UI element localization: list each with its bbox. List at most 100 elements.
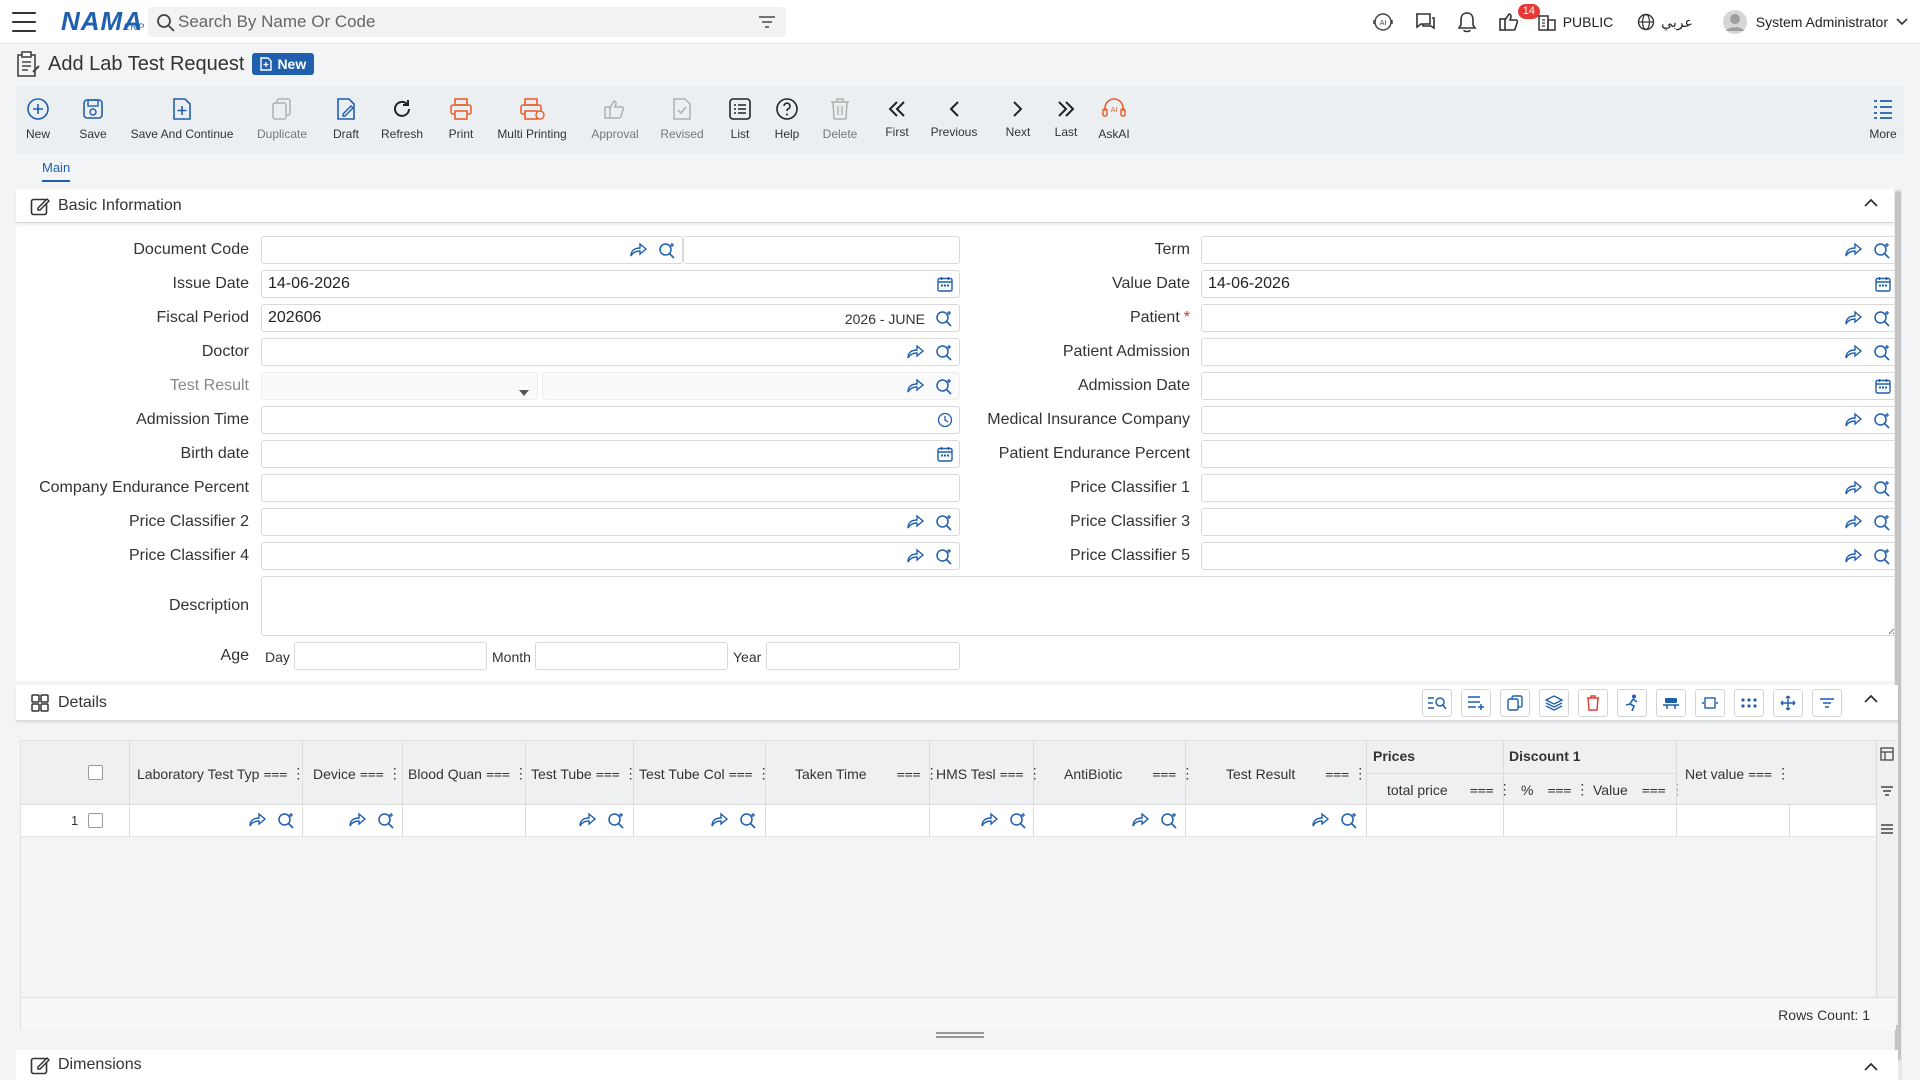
hamburger-menu-icon[interactable] <box>12 11 36 32</box>
calendar-icon[interactable] <box>937 276 953 292</box>
lookup-search-icon[interactable] <box>1873 412 1891 430</box>
share-arrow-icon[interactable] <box>907 378 925 394</box>
value-date-field[interactable]: 14-06-2026 <box>1201 270 1898 298</box>
price-classifier-3-field[interactable] <box>1201 508 1898 536</box>
search-input[interactable] <box>148 8 786 36</box>
column-test-tube[interactable]: Test Tube ⩶ ⋮ <box>531 765 638 782</box>
lookup-search-icon[interactable] <box>935 310 953 328</box>
share-arrow-icon[interactable] <box>907 344 925 360</box>
first-record-button[interactable]: First <box>882 86 912 154</box>
patient-admission-field[interactable] <box>1201 338 1898 366</box>
lookup-search-icon[interactable] <box>1873 480 1891 498</box>
user-menu[interactable]: System Administrator <box>1710 0 1920 44</box>
share-arrow-icon[interactable] <box>907 548 925 564</box>
column-laboratory-test-type[interactable]: Laboratory Test Typ ⩶ ⋮ <box>137 765 305 782</box>
lookup-search-icon[interactable] <box>935 548 953 566</box>
rows-icon[interactable] <box>1880 823 1894 835</box>
price-classifier-1-field[interactable] <box>1201 474 1898 502</box>
medical-insurance-company-field[interactable] <box>1201 406 1898 434</box>
insert-row-button[interactable] <box>1461 689 1491 717</box>
age-month-field[interactable] <box>535 642 728 670</box>
language-switch[interactable]: عربي <box>1630 0 1700 44</box>
nama-logo[interactable]: NAMA ERP <box>61 6 144 38</box>
cell-lookup-icons[interactable] <box>249 812 295 830</box>
chat-icon[interactable] <box>1404 0 1446 44</box>
cell-lookup-icons[interactable] <box>981 812 1027 830</box>
quick-action-button[interactable] <box>1617 689 1647 717</box>
refresh-button[interactable]: Refresh <box>378 86 426 154</box>
bell-icon[interactable] <box>1446 0 1488 44</box>
save-and-continue-button[interactable]: Save And Continue <box>130 86 234 154</box>
move-button[interactable] <box>1773 689 1803 717</box>
calendar-icon[interactable] <box>937 446 953 462</box>
basic-information-header[interactable]: Basic Information <box>16 189 1898 223</box>
chevron-up-icon[interactable] <box>1864 198 1878 208</box>
column-test-result[interactable]: Test Result ⩶ ⋮ <box>1226 765 1367 782</box>
lookup-search-icon[interactable] <box>935 514 953 532</box>
patient-field[interactable] <box>1201 304 1898 332</box>
company-endurance-percent-field[interactable] <box>261 474 960 502</box>
fiscal-period-field[interactable]: 202606 2026 - JUNE <box>261 304 960 332</box>
row-checkbox[interactable] <box>88 813 103 828</box>
askai-button[interactable]: AI AskAI <box>1094 86 1134 154</box>
test-result-dropdown[interactable] <box>261 372 538 400</box>
new-button[interactable]: New <box>22 86 54 154</box>
share-arrow-icon[interactable] <box>907 514 925 530</box>
age-day-field[interactable] <box>294 642 487 670</box>
share-arrow-icon[interactable] <box>1845 310 1863 326</box>
cell-lookup-icons[interactable] <box>711 812 757 830</box>
dots-grid-button[interactable] <box>1734 689 1764 717</box>
price-classifier-4-field[interactable] <box>261 542 960 570</box>
document-code-field[interactable] <box>261 236 683 264</box>
list-button[interactable]: List <box>726 86 754 154</box>
admission-time-field[interactable] <box>261 406 960 434</box>
patient-endurance-percent-field[interactable] <box>1201 440 1898 468</box>
resize-handle[interactable] <box>936 1032 984 1038</box>
lookup-search-icon[interactable] <box>935 344 953 362</box>
share-arrow-icon[interactable] <box>1845 548 1863 564</box>
calendar-icon[interactable] <box>1875 276 1891 292</box>
table-row[interactable]: 1 <box>21 805 1876 837</box>
layers-button[interactable] <box>1539 689 1569 717</box>
lookup-search-icon[interactable] <box>658 242 676 260</box>
share-arrow-icon[interactable] <box>1845 344 1863 360</box>
share-arrow-icon[interactable] <box>1845 242 1863 258</box>
cell-lookup-icons[interactable] <box>1132 812 1178 830</box>
column-taken-time[interactable]: Taken Time ⩶ ⋮ <box>795 765 939 782</box>
share-arrow-icon[interactable] <box>1845 480 1863 496</box>
cell-lookup-icons[interactable] <box>579 812 625 830</box>
draft-button[interactable]: Draft <box>330 86 362 154</box>
print-button[interactable]: Print <box>446 86 476 154</box>
column-test-tube-color[interactable]: Test Tube Col ⩶ ⋮ <box>639 765 771 782</box>
calendar-icon[interactable] <box>1875 378 1891 394</box>
column-total-price[interactable]: total price ⩶ ⋮ <box>1387 781 1512 798</box>
column-antibiotic[interactable]: AntiBiotic ⩶ ⋮ <box>1064 765 1194 782</box>
lookup-search-icon[interactable] <box>1873 344 1891 362</box>
grid-search-button[interactable] <box>1422 689 1452 717</box>
approval-button[interactable]: Approval <box>588 86 642 154</box>
notifications-icon[interactable]: 14 <box>1488 0 1540 44</box>
filter-icon[interactable] <box>1880 785 1894 797</box>
branch-selector[interactable]: PUBLIC <box>1530 0 1620 44</box>
grid-filter-button[interactable] <box>1812 689 1842 717</box>
freeze-button[interactable] <box>1656 689 1686 717</box>
share-arrow-icon[interactable] <box>630 242 648 258</box>
next-record-button[interactable]: Next <box>1002 86 1034 154</box>
lookup-search-icon[interactable] <box>1873 310 1891 328</box>
lookup-search-icon[interactable] <box>1873 548 1891 566</box>
column-discount-value[interactable]: Value⩶⋮ <box>1593 781 1684 798</box>
last-record-button[interactable]: Last <box>1050 86 1082 154</box>
select-all-checkbox[interactable] <box>88 765 103 780</box>
lookup-search-icon[interactable] <box>935 378 953 396</box>
lookup-search-icon[interactable] <box>1873 514 1891 532</box>
more-button[interactable]: More <box>1866 86 1900 154</box>
issue-date-field[interactable]: 14-06-2026 <box>261 270 960 298</box>
revised-button[interactable]: Revised <box>658 86 706 154</box>
tab-main[interactable]: Main <box>42 160 71 182</box>
age-year-field[interactable] <box>766 642 960 670</box>
fit-columns-button[interactable] <box>1695 689 1725 717</box>
column-hms-test[interactable]: HMS Tesl ⩶ ⋮ <box>936 765 1042 782</box>
document-code-name-field[interactable] <box>683 236 960 264</box>
share-arrow-icon[interactable] <box>1845 514 1863 530</box>
multi-printing-button[interactable]: Multi Printing <box>494 86 570 154</box>
